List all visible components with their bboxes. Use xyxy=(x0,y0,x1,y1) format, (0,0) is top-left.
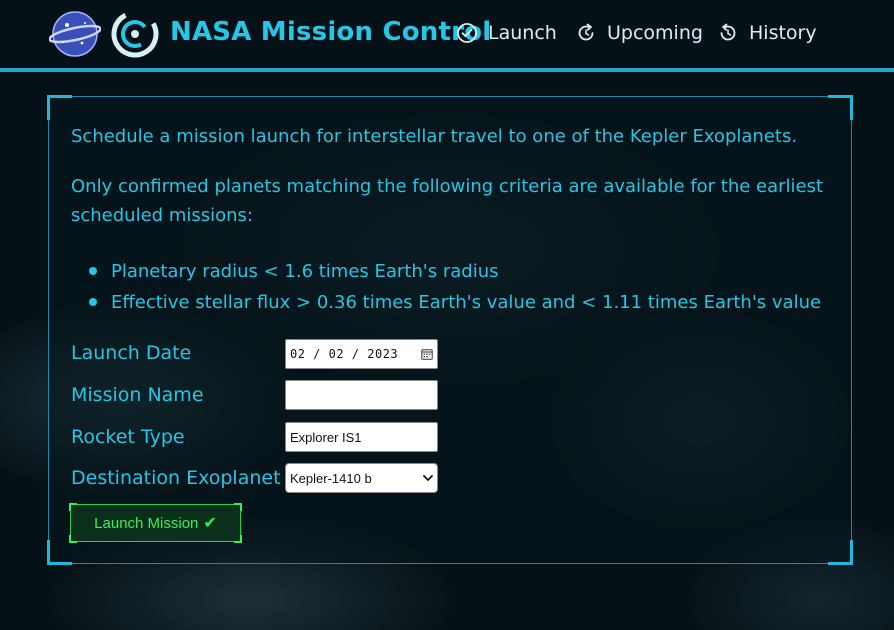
criteria-intro-text: Only confirmed planets matching the foll… xyxy=(71,176,824,226)
launch-date-input[interactable]: 02 / 02 / 2023 xyxy=(285,339,438,369)
refresh-icon xyxy=(578,23,594,41)
nav-launch[interactable]: Launch xyxy=(456,18,557,48)
frame-corner xyxy=(828,540,853,565)
calendar-icon[interactable] xyxy=(421,348,433,360)
button-corner xyxy=(234,503,242,511)
rocket-type-input[interactable]: Explorer IS1 xyxy=(285,422,438,452)
mission-name-input[interactable] xyxy=(285,380,438,410)
destination-select[interactable]: Kepler-1410 b xyxy=(285,463,438,493)
intro-text: Schedule a mission launch for interstell… xyxy=(71,126,798,147)
chevron-down-icon xyxy=(423,475,433,481)
frame-corner xyxy=(47,95,72,120)
criteria-item: Planetary radius < 1.6 times Earth's rad… xyxy=(88,256,821,287)
criteria-list: Planetary radius < 1.6 times Earth's rad… xyxy=(71,256,821,318)
rocket-type-label: Rocket Type xyxy=(71,426,185,448)
destination-selected-value: Kepler-1410 b xyxy=(290,470,372,486)
check-mark-icon: ✔ xyxy=(203,515,217,532)
button-corner xyxy=(234,535,242,543)
button-corner xyxy=(69,535,77,543)
app-header: NASA Mission Control Launch Upcoming His… xyxy=(0,0,894,72)
nav-history[interactable]: History xyxy=(717,18,817,48)
app-title[interactable]: NASA Mission Control xyxy=(170,17,491,47)
destination-label: Destination Exoplanet xyxy=(71,467,281,489)
nav-launch-label: Launch xyxy=(488,22,557,44)
launch-mission-button[interactable]: Launch Mission ✔ xyxy=(69,503,242,543)
nav-upcoming-label: Upcoming xyxy=(607,22,703,44)
check-circle-icon xyxy=(457,23,477,43)
criteria-item: Effective stellar flux > 0.36 times Eart… xyxy=(88,287,821,318)
launch-date-label: Launch Date xyxy=(71,342,192,364)
launch-date-value: 02 / 02 / 2023 xyxy=(290,347,399,361)
frame-corner xyxy=(47,540,72,565)
launch-mission-label: Launch Mission xyxy=(94,514,199,532)
nasa-ring-logo-icon[interactable] xyxy=(110,9,160,59)
nav-history-label: History xyxy=(749,22,817,44)
mission-name-label: Mission Name xyxy=(71,384,204,406)
launch-panel xyxy=(47,95,853,565)
button-corner xyxy=(69,503,77,511)
history-icon xyxy=(720,23,736,41)
planet-logo-icon[interactable] xyxy=(49,9,101,59)
nav-upcoming[interactable]: Upcoming xyxy=(575,18,703,48)
frame-corner xyxy=(828,95,853,120)
